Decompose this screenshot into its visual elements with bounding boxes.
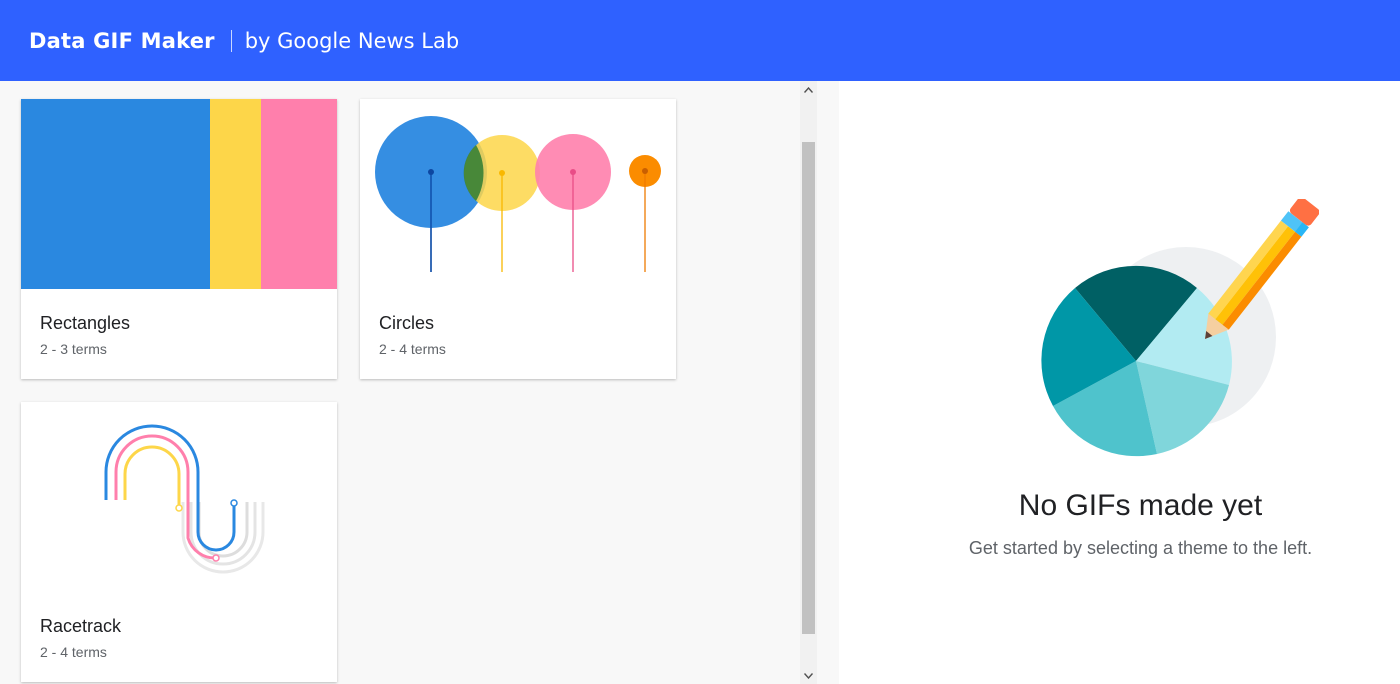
racetrack-preview-icon (104, 424, 265, 574)
empty-state-title: No GIFs made yet (1018, 489, 1263, 522)
empty-state-illustration (1019, 197, 1320, 469)
theme-card-racetrack[interactable]: Racetrack 2 - 4 terms (21, 402, 337, 682)
theme-card-terms: 2 - 3 terms (40, 341, 107, 357)
theme-card-terms: 2 - 4 terms (379, 341, 446, 357)
racetrack-thumbnail (21, 402, 337, 592)
theme-card-title: Racetrack (40, 616, 122, 636)
app-header: Data GIF Maker by Google News Lab (0, 0, 1400, 81)
circles-preview-icon (375, 116, 661, 272)
theme-list-scrollbar[interactable] (800, 81, 817, 684)
app-title[interactable]: Data GIF Maker (29, 29, 215, 53)
rectangles-preview-icon (21, 99, 337, 289)
circles-thumbnail (360, 99, 676, 289)
rectangles-thumbnail (21, 99, 337, 289)
gif-preview-panel: No GIFs made yet Get started by selectin… (839, 81, 1400, 684)
scroll-up-arrow-icon[interactable] (800, 81, 817, 98)
theme-card-rectangles[interactable]: Rectangles 2 - 3 terms (21, 99, 337, 379)
empty-state-subtitle: Get started by selecting a theme to the … (968, 538, 1313, 558)
scrollbar-thumb[interactable] (802, 142, 815, 634)
theme-card-title: Circles (379, 313, 435, 333)
scroll-down-arrow-icon[interactable] (800, 667, 817, 684)
theme-card-circles[interactable]: Circles 2 - 4 terms (360, 99, 676, 379)
pie-chart-pencil-icon (1041, 197, 1320, 457)
theme-card-terms: 2 - 4 terms (40, 644, 107, 660)
theme-list: Rectangles 2 - 3 terms Circles 2 - 4 ter… (0, 81, 800, 684)
theme-card-title: Rectangles (40, 313, 131, 333)
panel-gutter (817, 81, 839, 684)
app-byline[interactable]: by Google News Lab (245, 29, 459, 53)
header-divider (230, 29, 232, 52)
